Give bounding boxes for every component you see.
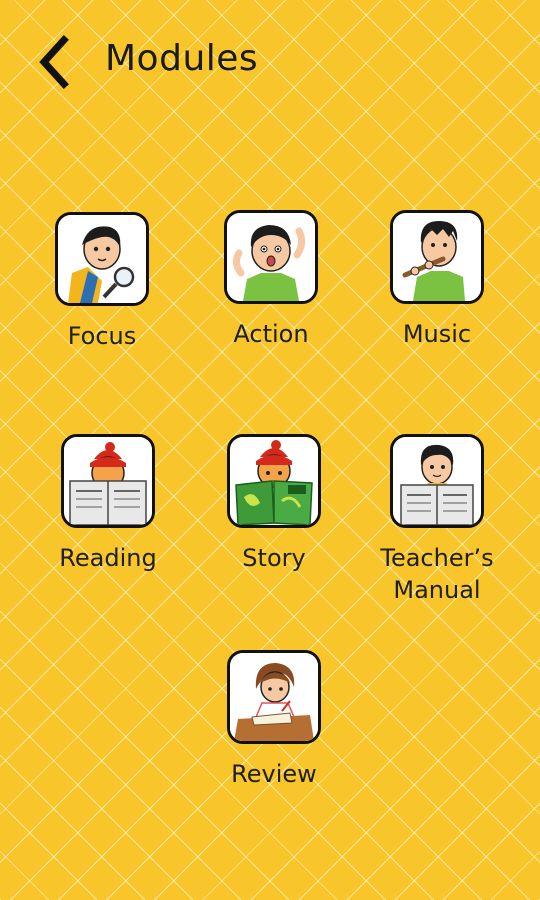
girl-writing-at-desk-icon [230, 653, 318, 741]
boy-gesturing-icon [227, 213, 315, 301]
module-tile[interactable] [390, 434, 484, 528]
back-button[interactable] [28, 32, 78, 92]
module-label: Focus [67, 322, 137, 350]
module-action[interactable]: Action [196, 210, 346, 350]
module-label: Review [231, 760, 317, 788]
child-reading-newspaper-icon [64, 437, 152, 525]
module-tile[interactable] [61, 434, 155, 528]
module-label: Teacher’s Manual [380, 544, 494, 604]
module-reading[interactable]: Reading [33, 434, 183, 574]
module-label: Action [233, 320, 309, 348]
teacher-reading-newspaper-icon [393, 437, 481, 525]
module-focus[interactable]: Focus [27, 212, 177, 352]
boy-magnifying-glass-icon [58, 215, 146, 303]
module-tile[interactable] [55, 212, 149, 306]
module-tile[interactable] [227, 650, 321, 744]
module-music[interactable]: Music [362, 210, 512, 350]
module-label: Story [242, 544, 306, 572]
module-label: Music [402, 320, 472, 348]
chevron-left-icon [39, 35, 69, 89]
child-reading-storybook-icon [230, 437, 318, 525]
page-title: Modules [105, 38, 259, 79]
boy-playing-flute-icon [393, 213, 481, 301]
module-tile[interactable] [224, 210, 318, 304]
module-tile[interactable] [390, 210, 484, 304]
module-story[interactable]: Story [199, 434, 349, 574]
module-label: Reading [59, 544, 157, 572]
app-header: Modules [0, 0, 540, 120]
module-tile[interactable] [227, 434, 321, 528]
module-teachers-manual[interactable]: Teacher’s Manual [362, 434, 512, 606]
module-review[interactable]: Review [199, 650, 349, 790]
